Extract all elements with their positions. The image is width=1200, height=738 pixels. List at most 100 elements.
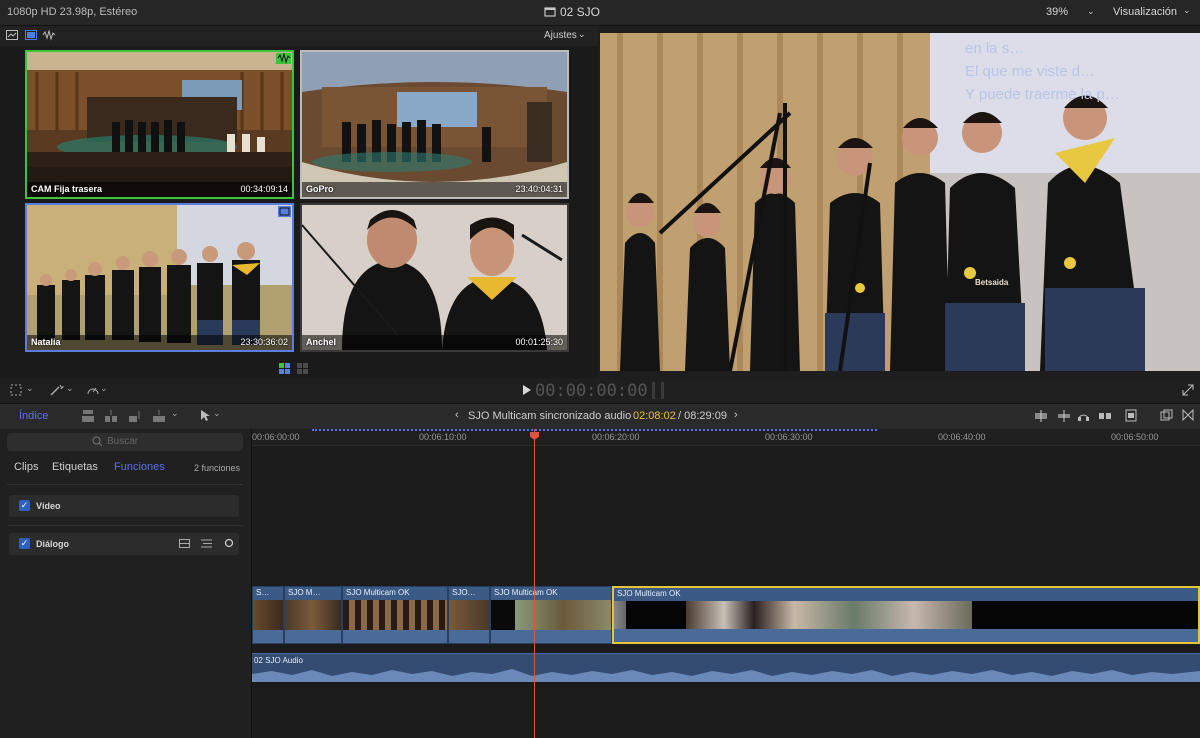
insert-clip-icon[interactable]: [104, 409, 118, 423]
audio-waveform: [252, 669, 1200, 682]
multicam-clip[interactable]: SJO Multicam OK: [342, 586, 448, 644]
select-tool-icon[interactable]: [200, 409, 210, 422]
angle-name: Natalia: [31, 337, 61, 347]
timeline-clip-title: SJO Multicam sincronizado audio: [468, 410, 632, 422]
clip-thumbnail: [449, 600, 489, 632]
angle-natalia[interactable]: Natalia 23:30:36:02: [25, 203, 294, 352]
angle-timecode: 00:01:25:30: [515, 337, 563, 347]
connect-clip-icon[interactable]: [81, 409, 95, 423]
angle-bank-icon[interactable]: [279, 363, 290, 374]
search-field[interactable]: Buscar: [7, 433, 243, 451]
total-time: / 08:29:09: [678, 410, 727, 422]
effects-browser-icon[interactable]: [1160, 409, 1173, 421]
lane-icon[interactable]: [179, 539, 190, 548]
angle-timecode: 23:40:04:31: [515, 184, 563, 194]
checkbox-checked-icon[interactable]: ✓: [19, 538, 30, 549]
ruler-label: 00:06:20:00: [592, 432, 640, 442]
angle-name: GoPro: [306, 184, 334, 194]
range-indicator: [312, 429, 877, 433]
clip-name: SJO Multicam OK: [494, 588, 558, 597]
view-menu[interactable]: Visualización: [1113, 6, 1177, 18]
role-name: Vídeo: [36, 501, 61, 511]
multicam-clip[interactable]: S…: [252, 586, 284, 644]
tab-clips[interactable]: Clips: [14, 461, 38, 473]
role-dialogue[interactable]: ✓ Diálogo: [9, 533, 239, 555]
ruler-label: 00:06:30:00: [765, 432, 813, 442]
enhance-icon[interactable]: [50, 384, 64, 396]
multicam-clip[interactable]: SJO M…: [284, 586, 342, 644]
back-chevron-icon[interactable]: ‹: [455, 409, 459, 421]
forward-chevron-icon[interactable]: ›: [734, 409, 738, 421]
video-only-switch-icon[interactable]: [25, 30, 37, 41]
angle-anchel[interactable]: Anchel 00:01:25:30: [300, 203, 569, 352]
role-video[interactable]: ✓ Vídeo: [9, 495, 239, 517]
angle-viewer: CAM Fija trasera 00:34:09:14 GoPro 23:40…: [0, 46, 598, 378]
chevron-down-icon[interactable]: ⌄: [26, 383, 34, 394]
transform-icon[interactable]: [10, 384, 22, 396]
ruler-label: 00:06:40:00: [938, 432, 986, 442]
speed-icon[interactable]: [86, 384, 100, 396]
audio-clip-name: 02 SJO Audio: [254, 656, 303, 665]
subroles-icon[interactable]: [201, 539, 212, 548]
chevron-down-icon[interactable]: ⌄: [171, 408, 179, 419]
waveform-icon: [276, 53, 291, 64]
overwrite-clip-icon[interactable]: [152, 409, 166, 423]
ruler-label: 00:06:50:00: [1111, 432, 1159, 442]
zoom-level[interactable]: 39%: [1046, 6, 1068, 18]
timeline[interactable]: 00:06:00:00 00:06:10:00 00:06:20:00 00:0…: [252, 429, 1200, 738]
snapping-icon[interactable]: [1098, 410, 1112, 422]
playhead[interactable]: [534, 429, 535, 738]
audio-skimming-icon[interactable]: [1057, 410, 1071, 422]
search-icon: [92, 436, 103, 447]
ruler-label: 00:06:10:00: [419, 432, 467, 442]
clip-name: SJO M…: [288, 588, 321, 597]
video-audio-switch-icon[interactable]: [6, 30, 18, 41]
headphones-icon[interactable]: [1077, 409, 1090, 422]
viewer[interactable]: en la s… El que me viste d… Y puede trae…: [600, 33, 1200, 371]
audio-only-switch-icon[interactable]: [42, 30, 56, 41]
lyrics-line: Y puede traerme la p…: [965, 86, 1120, 103]
tab-roles[interactable]: Funciones: [114, 461, 165, 473]
clip-waveform: [343, 630, 447, 643]
clip-waveform: [449, 630, 489, 643]
clip-name: SJO…: [452, 588, 476, 597]
chevron-down-icon[interactable]: ⌄: [66, 383, 74, 394]
fullscreen-icon[interactable]: [1182, 384, 1194, 396]
lyrics-line: El que me viste d…: [965, 63, 1096, 80]
angle-gopro[interactable]: GoPro 23:40:04:31: [300, 50, 569, 199]
play-icon[interactable]: [522, 384, 532, 396]
multicam-clip[interactable]: SJO Multicam OK: [490, 586, 612, 644]
clip-thumbnail: [491, 600, 611, 632]
timeline-index: Buscar Clips Etiquetas Funciones 2 funci…: [0, 429, 252, 738]
audio-clip[interactable]: 02 SJO Audio: [252, 653, 1200, 682]
angle-cam-fija-trasera[interactable]: CAM Fija trasera 00:34:09:14: [25, 50, 294, 199]
multicam-clip-selected[interactable]: SJO Multicam OK: [612, 586, 1200, 644]
timeline-ruler[interactable]: 00:06:00:00 00:06:10:00 00:06:20:00 00:0…: [252, 429, 1200, 446]
chevron-down-icon[interactable]: ⌄: [578, 29, 586, 40]
chevron-down-icon[interactable]: ⌄: [213, 408, 221, 419]
audio-meter-left: [652, 382, 655, 399]
search-placeholder: Buscar: [107, 436, 139, 447]
checkbox-checked-icon[interactable]: ✓: [19, 500, 30, 511]
roles-count: 2 funciones: [194, 463, 241, 473]
chevron-down-icon[interactable]: ⌄: [100, 383, 108, 394]
clip-appearance-icon[interactable]: [1125, 409, 1137, 422]
project-format: 1080p HD 23.98p, Estéreo: [7, 6, 138, 18]
focus-circle-icon[interactable]: [224, 538, 234, 548]
stage-lyrics: en la s… El que me viste d… Y puede trae…: [965, 37, 1120, 106]
angle-bank-icon[interactable]: [297, 363, 308, 374]
lyrics-line: en la s…: [965, 40, 1025, 57]
multicam-clip[interactable]: SJO…: [448, 586, 490, 644]
clip-name: SJO Multicam OK: [346, 588, 410, 597]
skimming-icon[interactable]: [1034, 410, 1048, 422]
append-clip-icon[interactable]: [128, 409, 142, 423]
clip-thumbnail: [285, 600, 341, 632]
chevron-down-icon[interactable]: ⌄: [1183, 5, 1191, 16]
angle-settings-menu[interactable]: Ajustes: [544, 30, 577, 41]
clip-name: SJO Multicam OK: [617, 589, 681, 598]
angle-name: Anchel: [306, 337, 337, 347]
index-button[interactable]: Índice: [19, 410, 48, 422]
transitions-browser-icon[interactable]: [1182, 409, 1194, 421]
tab-tags[interactable]: Etiquetas: [52, 461, 98, 473]
chevron-down-icon[interactable]: ⌄: [1087, 6, 1095, 17]
